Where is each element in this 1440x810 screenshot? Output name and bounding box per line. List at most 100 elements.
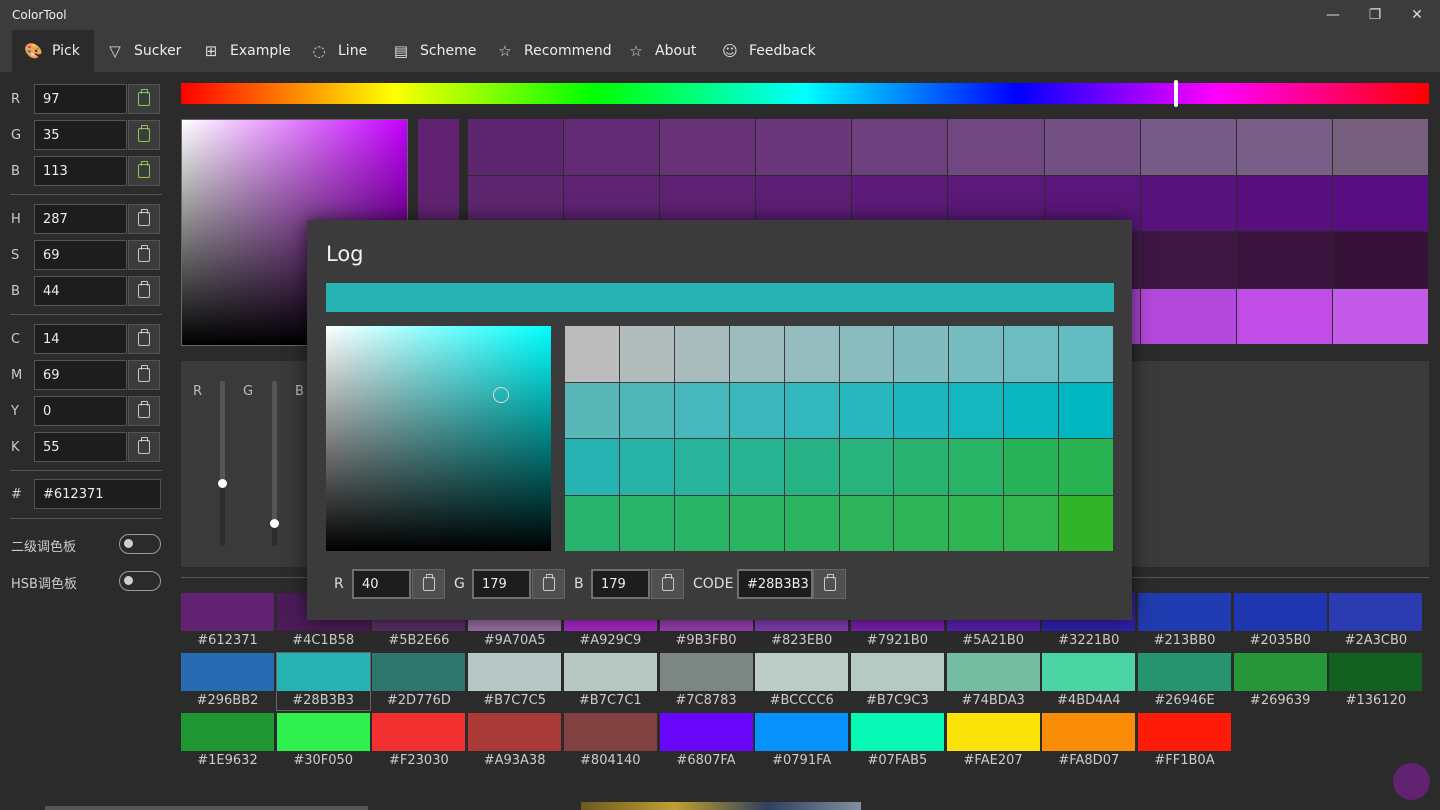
swatch-chip[interactable] xyxy=(563,653,657,691)
swatch-cell[interactable] xyxy=(1236,288,1332,344)
swatch-cell[interactable] xyxy=(852,119,948,175)
swatch-chip[interactable] xyxy=(850,653,944,691)
swatch-cell[interactable] xyxy=(1059,439,1113,495)
swatch-item[interactable]: #7C8783 xyxy=(659,653,753,710)
swatch-item[interactable]: #6807FA xyxy=(659,713,753,770)
hue-slider[interactable] xyxy=(181,80,1429,107)
swatch-item[interactable]: #4BD4A4 xyxy=(1042,653,1136,710)
swatch-cell[interactable] xyxy=(565,326,619,382)
copy-g-button[interactable] xyxy=(128,120,160,150)
copy-r-button[interactable] xyxy=(128,84,160,114)
swatch-chip[interactable] xyxy=(659,713,753,751)
swatch-cell[interactable] xyxy=(1236,232,1332,288)
dialog-r-input[interactable] xyxy=(352,569,411,599)
swatch-cell[interactable] xyxy=(894,439,949,495)
swatch-item[interactable]: #804140 xyxy=(563,713,657,770)
swatch-cell[interactable] xyxy=(619,326,674,382)
dialog-saturation-brightness-picker[interactable] xyxy=(326,326,551,551)
swatch-cell[interactable] xyxy=(1332,175,1428,231)
minimize-button[interactable]: — xyxy=(1313,4,1353,26)
swatch-cell[interactable] xyxy=(1004,326,1059,382)
g-slider[interactable] xyxy=(270,381,279,546)
dialog-code-input[interactable] xyxy=(737,569,813,599)
swatch-cell[interactable] xyxy=(619,382,674,438)
swatch-cell[interactable] xyxy=(660,119,756,175)
swatch-cell[interactable] xyxy=(1059,382,1113,438)
k-input[interactable] xyxy=(34,432,127,462)
dialog-g-input[interactable] xyxy=(472,569,531,599)
swatch-cell[interactable] xyxy=(1140,119,1236,175)
swatch-item[interactable]: #612371 xyxy=(181,593,274,650)
tab-line[interactable]: ◌ Line xyxy=(310,30,367,72)
swatch-item[interactable]: #30F050 xyxy=(276,713,370,770)
r-slider-knob[interactable] xyxy=(218,479,227,489)
swatch-chip[interactable] xyxy=(1138,653,1231,691)
m-input[interactable] xyxy=(34,360,127,390)
swatch-cell[interactable] xyxy=(1004,382,1059,438)
picker-cursor[interactable] xyxy=(493,387,509,403)
r-input[interactable] xyxy=(34,84,127,114)
swatch-chip[interactable] xyxy=(276,713,370,751)
copy-c-button[interactable] xyxy=(128,324,160,354)
copy-h-button[interactable] xyxy=(128,204,160,234)
swatch-cell[interactable] xyxy=(948,119,1044,175)
swatch-item[interactable]: #FF1B0A xyxy=(1138,713,1231,770)
brightness-input[interactable] xyxy=(34,276,127,306)
copy-m-button[interactable] xyxy=(128,360,160,390)
swatch-chip[interactable] xyxy=(1138,593,1231,631)
swatch-cell[interactable] xyxy=(729,382,784,438)
swatch-item[interactable]: #FAE207 xyxy=(946,713,1040,770)
tab-pick[interactable]: 🎨 Pick xyxy=(12,30,94,72)
swatch-chip[interactable] xyxy=(1329,593,1423,631)
swatch-chip[interactable] xyxy=(372,713,466,751)
swatch-cell[interactable] xyxy=(1004,495,1059,551)
swatch-cell[interactable] xyxy=(674,326,729,382)
swatch-cell[interactable] xyxy=(756,119,852,175)
copy-brightness-button[interactable] xyxy=(128,276,160,306)
swatch-item[interactable]: #269639 xyxy=(1233,653,1327,710)
secondary-palette-switch[interactable] xyxy=(119,534,161,554)
swatch-cell[interactable] xyxy=(1044,119,1140,175)
tab-example[interactable]: ⊞ Example xyxy=(202,30,291,72)
swatch-chip[interactable] xyxy=(946,713,1040,751)
dialog-copy-code-button[interactable] xyxy=(813,569,846,599)
swatch-chip[interactable] xyxy=(755,653,849,691)
swatch-chip[interactable] xyxy=(372,653,466,691)
dialog-copy-g-button[interactable] xyxy=(532,569,565,599)
dialog-b-input[interactable] xyxy=(591,569,650,599)
swatch-item[interactable]: #2035B0 xyxy=(1233,593,1327,650)
swatch-item[interactable]: #FA8D07 xyxy=(1042,713,1136,770)
swatch-item[interactable]: #74BDA3 xyxy=(946,653,1040,710)
copy-s-button[interactable] xyxy=(128,240,160,270)
swatch-cell[interactable] xyxy=(784,382,839,438)
swatch-item[interactable]: #296BB2 xyxy=(181,653,274,710)
swatch-cell[interactable] xyxy=(1332,232,1428,288)
g-input[interactable] xyxy=(34,120,127,150)
swatch-cell[interactable] xyxy=(729,439,784,495)
swatch-item[interactable]: #213BB0 xyxy=(1138,593,1231,650)
swatch-cell[interactable] xyxy=(565,495,619,551)
hue-slider-thumb[interactable] xyxy=(1173,80,1178,107)
horizontal-scrollbar[interactable] xyxy=(45,806,368,810)
swatch-chip[interactable] xyxy=(563,713,657,751)
swatch-cell[interactable] xyxy=(619,495,674,551)
swatch-cell[interactable] xyxy=(1059,326,1113,382)
swatch-item[interactable]: #A93A38 xyxy=(468,713,562,770)
swatch-cell[interactable] xyxy=(949,326,1004,382)
restore-button[interactable]: ❐ xyxy=(1355,4,1395,26)
swatch-item[interactable]: #136120 xyxy=(1329,653,1423,710)
swatch-chip[interactable] xyxy=(1329,653,1423,691)
hex-input[interactable] xyxy=(34,479,161,509)
swatch-item[interactable]: #B7C7C1 xyxy=(563,653,657,710)
swatch-cell[interactable] xyxy=(949,495,1004,551)
swatch-chip[interactable] xyxy=(755,713,849,751)
swatch-cell[interactable] xyxy=(1332,119,1428,175)
swatch-item[interactable]: #1E9632 xyxy=(181,713,274,770)
swatch-item[interactable]: #2D776D xyxy=(372,653,466,710)
hsb-palette-switch[interactable] xyxy=(119,571,161,591)
swatch-cell[interactable] xyxy=(839,495,894,551)
swatch-item[interactable]: #B7C9C3 xyxy=(850,653,944,710)
swatch-cell[interactable] xyxy=(1236,119,1332,175)
swatch-cell[interactable] xyxy=(1140,175,1236,231)
swatch-chip[interactable] xyxy=(468,653,562,691)
